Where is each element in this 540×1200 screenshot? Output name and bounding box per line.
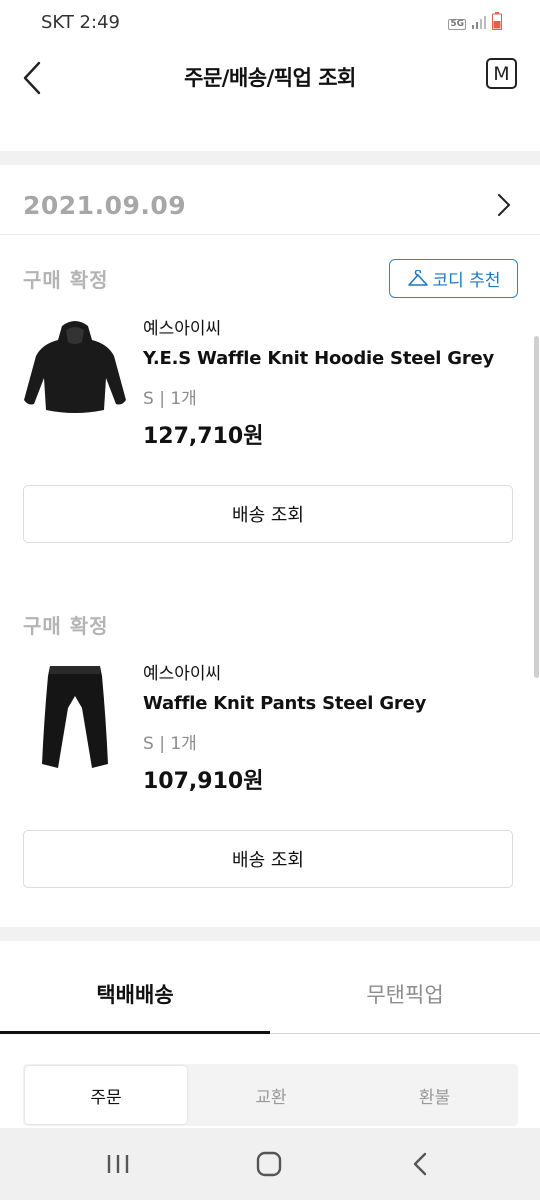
- pants-image: [42, 666, 108, 768]
- page-title: 주문/배송/픽업 조회: [184, 66, 356, 90]
- product-thumbnail-hoodie[interactable]: [22, 316, 128, 424]
- menu-m-icon: M: [493, 62, 510, 85]
- system-nav-bar: [0, 1128, 540, 1200]
- status-bar: SKT 2:49 5G: [0, 0, 540, 46]
- divider: [0, 234, 540, 235]
- product-name[interactable]: Y.E.S Waffle Knit Hoodie Steel Grey: [143, 348, 494, 369]
- codi-recommend-label: 코디 추천: [432, 271, 501, 291]
- shipping-track-label: 배송 조회: [232, 505, 304, 526]
- segment-order[interactable]: 주문: [25, 1066, 187, 1124]
- segment-label: 환불: [418, 1087, 451, 1108]
- segment-label: 주문: [90, 1087, 122, 1108]
- product-brand: 예스아이씨: [143, 319, 222, 339]
- chevron-right-icon: [498, 194, 510, 216]
- nav-recents-icon: [107, 1155, 129, 1173]
- nav-home-button[interactable]: [239, 1144, 299, 1184]
- nav-recents-button[interactable]: [88, 1144, 148, 1184]
- product-price: 107,910원: [143, 769, 264, 794]
- segment-label: 교환: [255, 1087, 287, 1108]
- product-thumbnail-pants[interactable]: [22, 660, 128, 772]
- product-options: S | 1개: [143, 734, 197, 754]
- shipping-track-button[interactable]: 배송 조회: [23, 830, 513, 888]
- order-type-segmented-control: 주문 교환 환불: [23, 1064, 518, 1126]
- order-status-label: 구매 확정: [23, 614, 109, 638]
- order-date: 2021.09.09: [23, 191, 187, 220]
- shipping-track-label: 배송 조회: [232, 850, 304, 871]
- segment-exchange[interactable]: 교환: [189, 1066, 353, 1124]
- hoodie-image: [24, 321, 126, 413]
- codi-recommend-button[interactable]: 코디 추천: [389, 259, 518, 298]
- tab-label: 무탠픽업: [366, 983, 444, 1007]
- shipping-track-button[interactable]: 배송 조회: [23, 485, 513, 543]
- status-time: SKT 2:49: [41, 12, 120, 33]
- status-icons: 5G: [448, 12, 502, 30]
- app-header: 주문/배송/픽업 조회 M: [0, 46, 540, 116]
- battery-icon: [492, 12, 502, 30]
- order-date-row[interactable]: 2021.09.09: [0, 165, 540, 233]
- product-brand: 예스아이씨: [143, 664, 222, 684]
- nav-back-icon: [413, 1152, 427, 1176]
- nav-home-icon: [256, 1151, 282, 1177]
- active-tab-indicator: [0, 1031, 270, 1034]
- product-options: S | 1개: [143, 389, 197, 409]
- product-price: 127,710원: [143, 424, 264, 449]
- hanger-icon: [407, 269, 428, 286]
- menu-m-button[interactable]: M: [486, 58, 517, 89]
- section-separator: [0, 151, 540, 165]
- tab-parcel-delivery[interactable]: 택배배송: [0, 955, 270, 1033]
- product-name[interactable]: Waffle Knit Pants Steel Grey: [143, 693, 426, 714]
- section-separator: [0, 927, 540, 941]
- tab-label: 택배배송: [96, 983, 174, 1007]
- segment-refund[interactable]: 환불: [353, 1066, 516, 1124]
- signal-icon: [472, 16, 486, 29]
- order-status-label: 구매 확정: [23, 268, 109, 292]
- tab-pickup[interactable]: 무탠픽업: [270, 955, 540, 1033]
- nav-back-button[interactable]: [390, 1144, 450, 1184]
- scrollbar-thumb[interactable]: [534, 336, 539, 678]
- network-5g-icon: 5G: [448, 19, 466, 30]
- delivery-tabs: 택배배송 무탠픽업: [0, 955, 540, 1035]
